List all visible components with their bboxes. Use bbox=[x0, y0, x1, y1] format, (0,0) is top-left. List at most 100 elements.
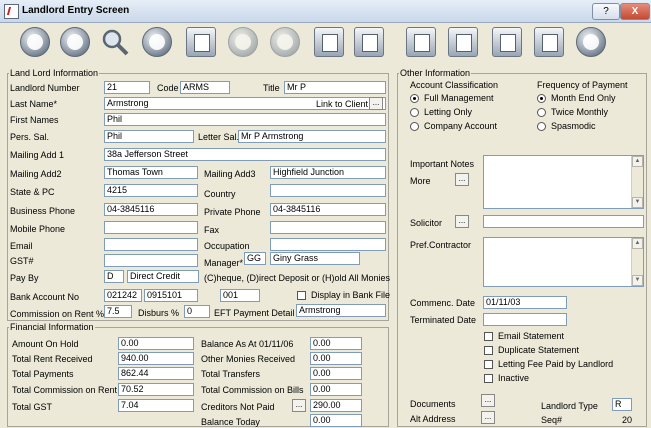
frequency-of-payment-label: Frequency of Payment bbox=[537, 80, 628, 90]
solicitor-button[interactable]: ... bbox=[455, 215, 469, 228]
print-icon[interactable] bbox=[314, 27, 344, 57]
business-phone-label: Business Phone bbox=[10, 206, 76, 216]
more-button[interactable]: ... bbox=[455, 173, 469, 186]
bank-field-2[interactable]: 0915101 bbox=[144, 289, 198, 302]
creditors-button[interactable]: ... bbox=[292, 399, 306, 412]
home-icon[interactable] bbox=[534, 27, 564, 57]
radio-month-end-only[interactable] bbox=[537, 94, 546, 103]
country-label: Country bbox=[204, 189, 236, 199]
pref-contractor-label: Pref.Contractor bbox=[410, 240, 472, 250]
eft-label: EFT Payment Detail bbox=[214, 308, 295, 318]
save-icon[interactable] bbox=[228, 27, 258, 57]
pay-by-text-field[interactable]: Direct Credit bbox=[127, 270, 199, 283]
notes-scrollbar[interactable]: ▲ ▼ bbox=[631, 156, 643, 208]
link-to-client-button[interactable]: ... bbox=[369, 97, 383, 110]
first-names-field[interactable]: Phil bbox=[104, 113, 386, 126]
balance-as-at-label: Balance As At 01/11/06 bbox=[201, 339, 294, 349]
terminated-date-field[interactable] bbox=[483, 313, 567, 326]
other-info-legend: Other Information bbox=[399, 68, 472, 78]
important-notes-memo[interactable]: ▲ ▼ bbox=[483, 155, 644, 209]
occupation-field[interactable] bbox=[270, 238, 386, 251]
inactive-checkbox[interactable] bbox=[484, 374, 493, 383]
gst-field[interactable] bbox=[104, 254, 198, 267]
radio-twice-monthly[interactable] bbox=[537, 108, 546, 117]
last-name-value: Armstrong bbox=[107, 98, 149, 108]
gst-label: GST# bbox=[10, 256, 34, 266]
commission-label: Commission on Rent % bbox=[10, 309, 105, 319]
balance-as-at-field[interactable]: 0.00 bbox=[310, 337, 362, 350]
total-payments-field[interactable]: 862.44 bbox=[118, 367, 194, 380]
seq-label: Seq# bbox=[541, 415, 563, 425]
mailing-add2-field[interactable]: Thomas Town bbox=[104, 166, 198, 179]
total-gst-label: Total GST bbox=[12, 402, 53, 412]
alt-address-button[interactable]: ... bbox=[481, 411, 495, 424]
manager-code-field[interactable]: GG bbox=[244, 252, 266, 265]
radio-spasmodic[interactable] bbox=[537, 122, 546, 131]
pay-by-label: Pay By bbox=[10, 273, 39, 283]
country-field[interactable] bbox=[270, 184, 386, 197]
other-monies-field[interactable]: 0.00 bbox=[310, 352, 362, 365]
landlord-type-field[interactable]: R bbox=[612, 398, 632, 411]
radio-company-account[interactable] bbox=[410, 122, 419, 131]
exit-icon[interactable] bbox=[354, 27, 384, 57]
next-record-icon[interactable] bbox=[142, 27, 172, 57]
mailing-add3-field[interactable]: Highfield Junction bbox=[270, 166, 386, 179]
mailing-add1-field[interactable]: 38a Jefferson Street bbox=[104, 148, 386, 161]
document-icon[interactable] bbox=[448, 27, 478, 57]
previous-record-icon[interactable] bbox=[60, 27, 90, 57]
calendar-icon[interactable] bbox=[492, 27, 522, 57]
email-statement-label: Email Statement bbox=[498, 331, 565, 341]
commission-bills-field[interactable]: 0.00 bbox=[310, 383, 362, 396]
email-field[interactable] bbox=[104, 238, 198, 251]
eft-field[interactable]: Armstrong bbox=[296, 304, 386, 317]
first-record-icon[interactable] bbox=[20, 27, 50, 57]
contacts-icon[interactable] bbox=[576, 27, 606, 57]
fax-field[interactable] bbox=[270, 221, 386, 234]
pers-sal-field[interactable]: Phil bbox=[104, 130, 194, 143]
code-field[interactable]: ARMS bbox=[180, 81, 230, 94]
display-in-bank-file-checkbox[interactable] bbox=[297, 291, 306, 300]
duplicate-statement-checkbox[interactable] bbox=[484, 346, 493, 355]
amount-on-hold-field[interactable]: 0.00 bbox=[118, 337, 194, 350]
radio-letting-only[interactable] bbox=[410, 108, 419, 117]
financial-info-legend: Financial Information bbox=[9, 322, 95, 332]
disburs-field[interactable]: 0 bbox=[184, 305, 210, 318]
bank-field-3[interactable]: 001 bbox=[220, 289, 260, 302]
creditors-field[interactable]: 290.00 bbox=[310, 399, 362, 412]
documents-button[interactable]: ... bbox=[481, 394, 495, 407]
manager-name-field[interactable]: Giny Grass bbox=[270, 252, 360, 265]
total-commission-field[interactable]: 70.52 bbox=[118, 383, 194, 396]
statement-icon[interactable] bbox=[406, 27, 436, 57]
total-transfers-field[interactable]: 0.00 bbox=[310, 367, 362, 380]
contractor-scrollbar[interactable]: ▲ ▼ bbox=[631, 238, 643, 286]
letter-sal-field[interactable]: Mr P Armstrong bbox=[238, 130, 386, 143]
business-phone-field[interactable]: 04-3845116 bbox=[104, 203, 198, 216]
search-icon[interactable] bbox=[100, 27, 130, 57]
radio-full-management[interactable] bbox=[410, 94, 419, 103]
mobile-phone-field[interactable] bbox=[104, 221, 198, 234]
total-payments-label: Total Payments bbox=[12, 369, 74, 379]
email-statement-checkbox[interactable] bbox=[484, 332, 493, 341]
pref-contractor-memo[interactable]: ▲ ▼ bbox=[483, 237, 644, 287]
commenc-date-label: Commenc. Date bbox=[410, 298, 476, 308]
total-gst-field[interactable]: 7.04 bbox=[118, 399, 194, 412]
private-phone-field[interactable]: 04-3845116 bbox=[270, 203, 386, 216]
help-button[interactable]: ? bbox=[592, 3, 620, 20]
state-pc-field[interactable]: 4215 bbox=[104, 184, 198, 197]
commenc-date-field[interactable]: 01/11/03 bbox=[483, 296, 567, 309]
cancel-icon[interactable] bbox=[270, 27, 300, 57]
window-title: Landlord Entry Screen bbox=[22, 5, 130, 16]
pay-by-code-field[interactable]: D bbox=[104, 270, 124, 283]
letting-fee-checkbox[interactable] bbox=[484, 360, 493, 369]
balance-today-field[interactable]: 0.00 bbox=[310, 414, 362, 427]
mailing-add1-label: Mailing Add 1 bbox=[10, 150, 65, 160]
last-name-label: Last Name* bbox=[10, 99, 58, 109]
total-rent-field[interactable]: 940.00 bbox=[118, 352, 194, 365]
edit-icon[interactable] bbox=[186, 27, 216, 57]
bank-field-1[interactable]: 021242 bbox=[104, 289, 142, 302]
landlord-number-field[interactable]: 21 bbox=[104, 81, 150, 94]
close-button[interactable]: X bbox=[620, 3, 650, 20]
solicitor-field[interactable] bbox=[483, 215, 644, 228]
title-field[interactable]: Mr P bbox=[284, 81, 386, 94]
commission-field[interactable]: 7.5 bbox=[104, 305, 132, 318]
